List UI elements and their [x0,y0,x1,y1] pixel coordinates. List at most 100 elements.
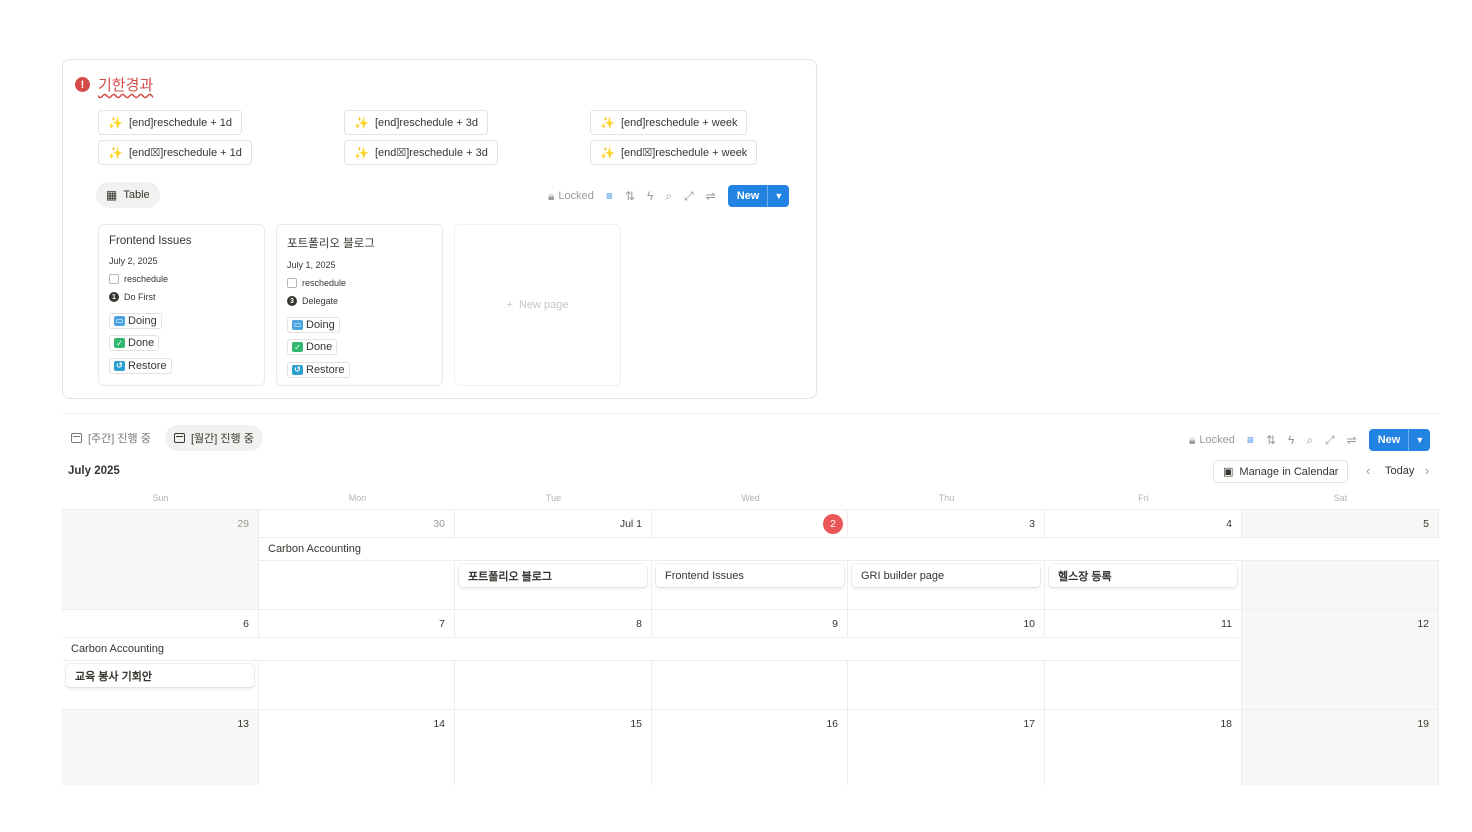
day-cell[interactable]: 17 [848,710,1045,785]
day-cell[interactable]: 18 [1045,710,1242,785]
monitor-icon: ▭ [292,319,303,330]
tab-table-view[interactable]: ▦ Table [96,182,160,208]
priority-label: Delegate [302,296,339,306]
calendar-toolbar: 🔒︎ Locked ≡ ⇅ ϟ ⌕ ⤢ ⇌ New ▼ [1189,429,1431,451]
new-page-card[interactable]: + New page [454,224,621,386]
tab-monthly-in-progress[interactable]: [월간] 진행 중 [165,425,263,451]
priority-label: Do First [124,292,156,302]
reschedule-checkbox-row[interactable]: reschedule [109,274,254,284]
done-button[interactable]: ✓ Done [109,335,160,351]
check-icon: ✓ [114,338,125,348]
automation-icon[interactable]: ϟ [647,189,653,203]
sort-icon[interactable]: ⇅ [1266,433,1276,447]
overdue-callout: ! 기한경과 ✨ [end]reschedule + 1d ✨ [end]res… [62,59,817,399]
automation-icon[interactable]: ϟ [1288,433,1294,447]
day-number: 13 [237,718,249,730]
day-cell[interactable]: 15 [455,710,652,785]
day-number: 6 [243,618,249,630]
database-toolbar: 🔒︎ Locked ≡ ⇅ ϟ ⌕ ⤢ ⇌ New ▼ [548,185,790,207]
reschedule-endx-3d-button[interactable]: ✨ [end☒]reschedule + 3d [344,140,498,165]
locked-indicator[interactable]: 🔒︎ Locked [1189,433,1235,448]
chevron-down-icon[interactable]: ▼ [1409,435,1430,445]
calendar-event-span[interactable]: Carbon Accounting [259,537,1439,561]
day-cell[interactable]: 14 [259,710,455,785]
day-cell[interactable]: 19 [1242,710,1439,785]
pill-label: Doing [306,318,335,331]
weekday-sat: Sat [1333,493,1348,503]
reschedule-end-1d-button[interactable]: ✨ [end]reschedule + 1d [98,110,243,135]
checkbox-label: reschedule [302,278,347,288]
calendar-event[interactable]: Frontend Issues [656,564,844,587]
day-number: 8 [636,618,642,630]
button-label: [end]reschedule + 3d [374,116,479,129]
weekday-fri: Fri [1138,493,1149,503]
locked-label: Locked [558,190,594,202]
day-cell[interactable]: 12 [1242,610,1439,710]
check-icon: ✓ [292,342,303,352]
reschedule-end-3d-button[interactable]: ✨ [end]reschedule + 3d [344,110,489,135]
new-label: New [728,185,769,207]
reschedule-endx-1d-button[interactable]: ✨ [end☒]reschedule + 1d [98,140,252,165]
filter-icon[interactable]: ≡ [606,189,613,203]
expand-icon[interactable]: ⤢ [1325,433,1335,448]
exclamation-icon: ! [75,77,90,92]
locked-indicator[interactable]: 🔒︎ Locked [548,189,594,204]
done-button[interactable]: ✓ Done [287,339,338,355]
today-button[interactable]: Today [1385,465,1414,477]
button-label: Manage in Calendar [1239,465,1339,478]
checkbox[interactable] [109,274,119,284]
filter-icon[interactable]: ≡ [1247,433,1254,447]
priority-row: 1 Do First [109,292,254,302]
new-page-label: New page [518,299,569,311]
reschedule-end-week-button[interactable]: ✨ [end]reschedule + week [590,110,748,135]
day-number: 29 [237,518,249,530]
expand-icon[interactable]: ⤢ [684,189,694,204]
tab-label: [주간] 진행 중 [88,433,151,445]
chevron-down-icon[interactable]: ▼ [768,191,789,201]
reschedule-endx-week-button[interactable]: ✨ [end☒]reschedule + week [590,140,758,165]
new-button[interactable]: New ▼ [727,185,790,207]
plus-icon: + [506,299,513,311]
restore-button[interactable]: ↺ Restore [287,361,350,378]
weekday-wed: Wed [741,493,760,503]
new-button[interactable]: New ▼ [1368,429,1431,451]
doing-button[interactable]: ▭ Doing [287,316,340,333]
card-title: Frontend Issues [109,235,192,247]
sort-icon[interactable]: ⇅ [625,189,635,203]
calendar-event-span[interactable]: Carbon Accounting [62,637,1238,661]
tab-weekly-in-progress[interactable]: [주간] 진행 중 [62,425,160,451]
day-number: 10 [1023,618,1035,630]
day-number: 9 [832,618,838,630]
weekday-sun: Sun [152,493,169,503]
grid-icon: ▦ [106,188,118,202]
calendar-event[interactable]: GRI builder page [852,564,1040,587]
button-label: [end]reschedule + 1d [128,116,233,129]
board-card[interactable]: Frontend Issues July 2, 2025 reschedule … [98,224,265,386]
chevron-right-icon[interactable]: › [1425,463,1429,478]
search-icon[interactable]: ⌕ [1306,433,1313,448]
chevron-left-icon[interactable]: ‹ [1366,463,1370,478]
restore-button[interactable]: ↺ Restore [109,357,172,374]
checkbox[interactable] [287,278,297,288]
day-number: 7 [439,618,445,630]
doing-button[interactable]: ▭ Doing [109,312,162,329]
manage-in-calendar-button[interactable]: ▣ Manage in Calendar [1213,460,1349,483]
settings-icon[interactable]: ⇌ [706,189,716,203]
reschedule-checkbox-row[interactable]: reschedule [287,278,432,288]
day-cell[interactable]: 13 [62,710,259,785]
weekday-mon: Mon [348,493,367,503]
day-cell[interactable]: 16 [652,710,848,785]
settings-icon[interactable]: ⇌ [1347,433,1357,447]
callout-title: 기한경과 [98,77,154,94]
priority-number-icon: 3 [287,296,297,306]
search-icon[interactable]: ⌕ [665,189,672,204]
day-cell[interactable]: 29 [62,510,259,610]
calendar-event[interactable]: 헬스장 등록 [1049,564,1237,587]
day-number: 19 [1417,718,1429,730]
calendar-event[interactable]: 포트폴리오 블로그 [459,564,647,587]
locked-label: Locked [1199,434,1235,446]
board-card[interactable]: 포트폴리오 블로그 July 1, 2025 reschedule 3 Dele… [276,224,443,386]
day-number: 18 [1220,718,1232,730]
calendar-event[interactable]: 교육 봉사 기회안 [66,664,254,687]
day-number: 30 [433,518,445,530]
